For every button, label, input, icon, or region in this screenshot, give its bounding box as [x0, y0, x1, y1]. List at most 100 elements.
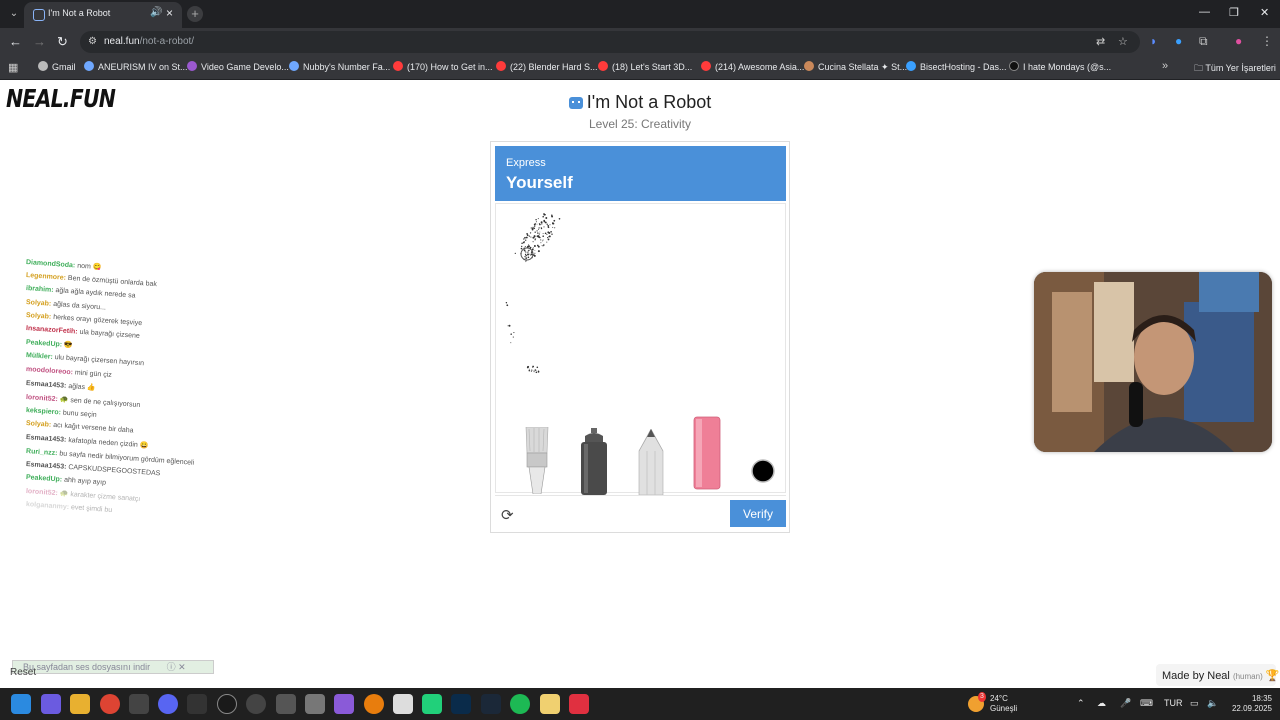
unreal-icon[interactable]	[217, 694, 237, 714]
more-bookmarks-icon[interactable]: »	[1162, 60, 1168, 72]
bookmark-item[interactable]: I hate Mondays (@s...	[1009, 61, 1111, 72]
discord-icon[interactable]	[158, 694, 178, 714]
spray-dot	[536, 366, 539, 369]
bookmark-item[interactable]: Video Game Develo...	[187, 61, 289, 72]
copilot-icon[interactable]	[41, 694, 61, 714]
bookmark-item[interactable]: (18) Let's Start 3D...	[598, 61, 692, 72]
spray-dot	[534, 231, 536, 233]
reload-icon[interactable]: ↻	[57, 34, 68, 50]
spray-dot	[510, 342, 512, 344]
refresh-icon[interactable]: ⟳	[501, 506, 514, 524]
captcha-footer: ⟳ Verify	[495, 495, 786, 529]
spray-dot	[535, 237, 537, 239]
bookmark-item[interactable]: Cucina Stellata ✦ St...	[804, 61, 907, 73]
chat-text: nom 😋	[76, 262, 102, 272]
spray-dot	[527, 256, 530, 259]
reset-button[interactable]: Reset	[10, 667, 36, 678]
chat-username: Esmaa1453:	[25, 460, 67, 471]
chat-text: ağlas da siyoru...	[52, 300, 107, 312]
spray-dot	[553, 219, 556, 222]
extensions-puzzle-icon[interactable]: ⧉	[1199, 34, 1208, 49]
spray-dot	[547, 225, 550, 227]
bookmark-item[interactable]: (170) How to Get in...	[393, 61, 493, 72]
volume-icon[interactable]: 🔈	[1207, 698, 1218, 709]
app-icon[interactable]	[129, 694, 149, 714]
chat-username: PeakedUp:	[25, 474, 63, 484]
chrome-icon[interactable]	[100, 694, 120, 714]
menu-kebab-icon[interactable]: ⋮	[1261, 34, 1273, 48]
new-tab-button[interactable]: +	[187, 6, 203, 22]
bookmark-favicon-icon	[701, 61, 711, 71]
bookmarks-bar: ▦ Gmail ANEURISM IV on St... Video Game …	[0, 56, 1280, 80]
download-prompt[interactable]: Bu sayfadan ses dosyasını indir ⓘ ✕	[12, 660, 214, 674]
spray-dot	[528, 249, 530, 252]
tab-search-icon[interactable]: ⌄	[6, 6, 22, 22]
close-window-icon[interactable]: ✕	[1260, 6, 1269, 19]
chat-username: Legenmore:	[25, 272, 67, 282]
spotify-icon[interactable]	[510, 694, 530, 714]
network-icon[interactable]: ▭	[1190, 698, 1199, 709]
unity-icon[interactable]	[305, 694, 325, 714]
stream-chat-overlay: DiamondSoda: nom 😋 Legenmore: Ben de özmü…	[26, 258, 246, 515]
minimize-icon[interactable]: —	[1199, 6, 1210, 18]
onedrive-icon[interactable]: ☁	[1097, 698, 1106, 709]
weather-desc: Güneşli	[990, 704, 1018, 713]
spray-dot	[534, 252, 536, 254]
chat-username: Solyab:	[25, 298, 52, 308]
spray-dot	[532, 247, 534, 249]
clock[interactable]: 18:35 22.09.2025	[1222, 694, 1272, 714]
color-swatch-icon	[751, 459, 775, 483]
extension-1-icon[interactable]: ◗	[1150, 34, 1157, 48]
app-icon[interactable]	[393, 694, 413, 714]
profile-avatar-icon[interactable]: ●	[1235, 34, 1242, 48]
chat-text: bunu seçin	[62, 409, 97, 419]
drawing-canvas[interactable]	[495, 203, 786, 495]
spray-dot	[530, 227, 532, 229]
pencil-icon	[638, 429, 664, 495]
bookmark-item[interactable]: (22) Blender Hard S...	[496, 61, 598, 72]
file-explorer-icon[interactable]	[70, 694, 90, 714]
tab-active[interactable]: I'm Not a Robot 🔊 ×	[24, 2, 182, 28]
spray-dot	[521, 242, 523, 244]
app-icon[interactable]	[540, 694, 560, 714]
spray-dot	[546, 223, 548, 225]
steam-icon[interactable]	[481, 694, 501, 714]
spray-dot	[539, 231, 541, 233]
verify-button[interactable]: Verify	[730, 500, 786, 527]
url-text[interactable]: neal.fun/not-a-robot/	[104, 36, 194, 47]
mic-icon[interactable]: 🎤	[1120, 698, 1131, 709]
bookmark-item[interactable]: BisectHosting - Das...	[906, 61, 1007, 72]
translate-icon[interactable]: ⇄	[1096, 35, 1105, 48]
restore-icon[interactable]: ❐	[1229, 6, 1239, 19]
app-icon[interactable]	[569, 694, 589, 714]
windows-start-icon[interactable]	[11, 694, 31, 714]
tray-chevron-icon[interactable]: ⌃	[1077, 698, 1085, 709]
obs-icon[interactable]	[187, 694, 207, 714]
pycharm-icon[interactable]	[422, 694, 442, 714]
bookmark-item[interactable]: ANEURISM IV on St...	[84, 61, 188, 72]
blender-icon[interactable]	[364, 694, 384, 714]
close-tab-icon[interactable]: ×	[166, 6, 173, 20]
spray-dot	[525, 257, 528, 259]
forward-icon[interactable]: →	[33, 34, 46, 49]
all-bookmarks-folder[interactable]: 🗀 Tüm Yer İşaretleri	[1194, 61, 1276, 77]
keyboard-icon[interactable]: ⌨	[1140, 698, 1153, 709]
github-icon[interactable]	[246, 694, 266, 714]
photoshop-icon[interactable]	[451, 694, 471, 714]
extension-2-icon[interactable]: ●	[1175, 34, 1182, 48]
site-info-icon[interactable]: ⚙	[88, 36, 97, 47]
bookmark-star-icon[interactable]: ☆	[1118, 35, 1128, 48]
visual-studio-icon[interactable]	[334, 694, 354, 714]
language-indicator[interactable]: TUR	[1164, 698, 1183, 708]
bookmark-item[interactable]: Gmail	[38, 61, 76, 72]
bookmark-item[interactable]: (214) Awesome Asia...	[701, 61, 804, 72]
omnibox[interactable]: ⚙ neal.fun/not-a-robot/ ⇄ ☆	[80, 31, 1140, 53]
app-icon[interactable]	[276, 694, 296, 714]
page-header: I'm Not a Robot Level 25: Creativity	[540, 92, 740, 131]
bookmark-item[interactable]: Nubby's Number Fa...	[289, 61, 390, 72]
made-by-badge[interactable]: Made by Neal (human) 🏆	[1156, 664, 1280, 686]
speaker-icon[interactable]: 🔊	[150, 7, 162, 18]
apps-grid-icon[interactable]: ▦	[8, 61, 18, 74]
site-logo[interactable]: NEAL.FUN	[6, 84, 116, 113]
back-icon[interactable]: ←	[9, 34, 22, 49]
